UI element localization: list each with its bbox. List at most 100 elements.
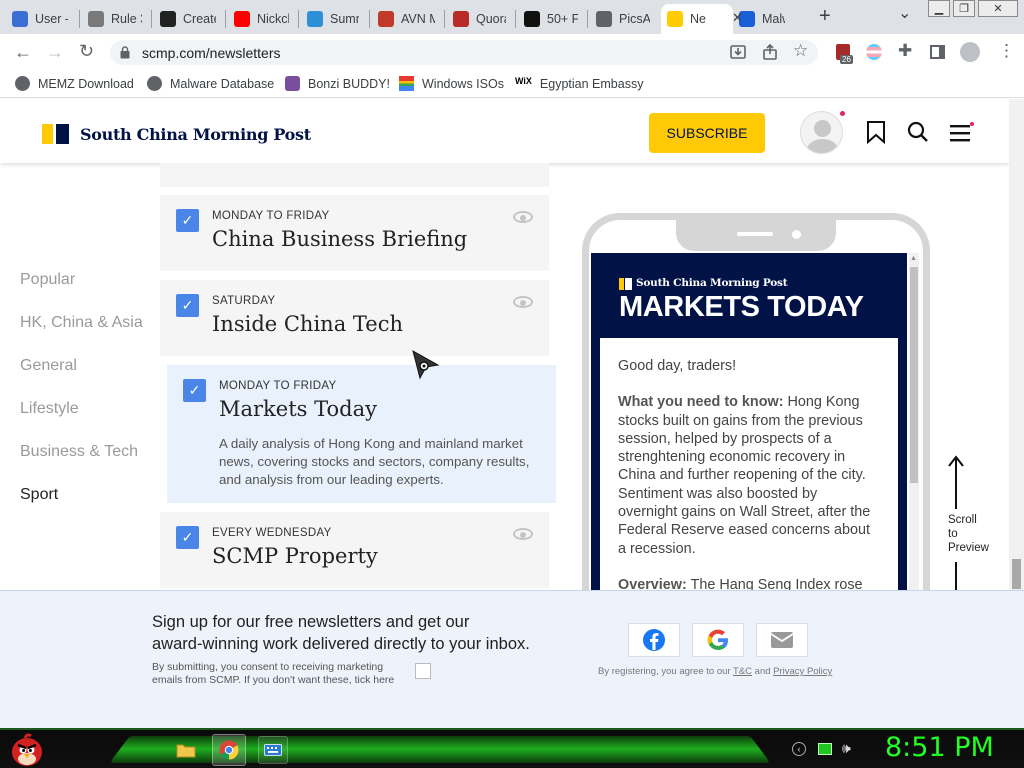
tab-search-button[interactable]: ⌄ (898, 3, 911, 23)
taskbar-clock[interactable]: 8:51 PM (885, 732, 994, 763)
image-icon (88, 11, 104, 27)
google-signin-button[interactable] (692, 623, 744, 657)
tab-9[interactable]: Ne (661, 4, 733, 34)
new-tab-button[interactable]: + (819, 5, 831, 28)
terms-text: By registering, you agree to our T&C and… (598, 666, 832, 677)
reload-icon[interactable]: ↻ (79, 42, 94, 60)
pride-extension-icon[interactable] (866, 44, 882, 60)
nav-item-sport[interactable]: Sport (20, 486, 58, 504)
subscribe-button[interactable]: SUBSCRIBE (649, 113, 765, 153)
nav-item-business-tech[interactable]: Business & Tech (20, 443, 138, 461)
tab-7[interactable]: 50+ F (518, 4, 584, 34)
nav-item-general[interactable]: General (20, 357, 77, 375)
email-signin-button[interactable] (756, 623, 808, 657)
youtube-icon (234, 11, 250, 27)
nav-item-lifestyle[interactable]: Lifestyle (20, 400, 79, 418)
tab-3[interactable]: Nickcl (228, 4, 295, 34)
close-window-button[interactable]: ✕ (978, 0, 1018, 17)
preview-eye-icon[interactable] (513, 528, 533, 540)
start-button[interactable] (8, 730, 46, 768)
privacy-policy-link[interactable]: Privacy Policy (773, 666, 832, 677)
page-scrollbar[interactable] (1009, 99, 1024, 590)
puzzle-icon[interactable]: ✚ (898, 42, 912, 59)
consent-checkbox[interactable] (415, 663, 431, 679)
tab-5[interactable]: AVN M (372, 4, 441, 34)
site-header: South China Morning Post SUBSCRIBE (0, 99, 1009, 163)
newsletter-card[interactable]: ✓ MONDAY TO FRIDAY China Business Briefing (160, 195, 549, 271)
forward-icon[interactable]: → (46, 43, 64, 61)
close-tab-icon[interactable]: ✕ (732, 10, 743, 26)
tab-separator (298, 10, 299, 28)
bookmark-item[interactable]: MEMZ Download (15, 76, 134, 91)
chrome-icon (219, 740, 239, 760)
network-icon[interactable] (818, 743, 832, 755)
bookmark-item[interactable]: Malware Database (147, 76, 274, 91)
share-icon[interactable] (762, 44, 778, 60)
facebook-signin-button[interactable] (628, 623, 680, 657)
menu-dots-icon[interactable]: ⋮ (998, 42, 1015, 59)
site-logo[interactable]: South China Morning Post (80, 125, 311, 144)
newsletter-frequency: EVERY WEDNESDAY (212, 527, 332, 539)
preview-paragraph: What you need to know: Hong Kong stocks … (618, 393, 880, 558)
tab-1[interactable]: Rule 3 (82, 4, 148, 34)
newsletter-checkbox[interactable]: ✓ (183, 379, 206, 402)
nav-item-hk-china-asia[interactable]: HK, China & Asia (20, 314, 143, 332)
newsletter-card[interactable]: ✓ SATURDAY Inside China Tech (160, 280, 549, 356)
search-icon[interactable] (907, 121, 929, 143)
extension-badge: 26 (840, 55, 853, 64)
avn-icon (378, 11, 394, 27)
nav-item-popular[interactable]: Popular (20, 271, 75, 289)
preview-eye-icon[interactable] (513, 296, 533, 308)
install-app-icon[interactable] (730, 44, 746, 60)
tab-label: Rule 3 (111, 12, 142, 26)
bookmark-item[interactable]: WiX Egyptian Embassy (515, 76, 643, 91)
newsletter-checkbox[interactable]: ✓ (176, 209, 199, 232)
keyboard-taskbar-button[interactable] (258, 736, 288, 764)
notification-dot (840, 111, 845, 116)
hamburger-menu-icon[interactable] (950, 122, 976, 142)
tc-link[interactable]: T&C (733, 666, 752, 677)
tab-4[interactable]: Summ (301, 4, 365, 34)
tab-8[interactable]: PicsAr (590, 4, 656, 34)
bookmark-icon[interactable] (866, 121, 886, 144)
profile-avatar[interactable] (960, 42, 980, 62)
side-panel-icon[interactable] (930, 45, 945, 59)
tab-6[interactable]: Quora (447, 4, 512, 34)
newsletter-card[interactable]: ✓ EVERY WEDNESDAY SCMP Property (160, 512, 549, 588)
taskbar-glow (109, 735, 771, 764)
tab-separator (79, 10, 80, 28)
gif-icon (307, 11, 323, 27)
consent-line-1: By submitting, you consent to receiving … (152, 661, 384, 673)
tab-2[interactable]: Create (154, 4, 222, 34)
back-icon[interactable]: ← (14, 43, 32, 61)
angry-bird-icon (12, 733, 42, 766)
consent-text: By submitting, you consent to receiving … (152, 661, 394, 687)
system-tray-icon[interactable]: ‹ (792, 742, 806, 756)
preview-scrollbar[interactable]: ▲ (909, 253, 919, 593)
newsletter-card-partial (160, 163, 549, 187)
preview-brand: South China Morning Post (636, 277, 788, 289)
minimize-button[interactable]: ▁ (928, 0, 950, 17)
bookmark-item[interactable]: Bonzi BUDDY! (285, 76, 390, 91)
bookmark-star-icon[interactable]: ☆ (793, 42, 808, 59)
newsletter-checkbox[interactable]: ✓ (176, 294, 199, 317)
newsletter-card[interactable]: ✓ MONDAY TO FRIDAY Markets Today A daily an… (167, 365, 556, 503)
film-icon (524, 11, 540, 27)
account-avatar[interactable] (800, 111, 843, 154)
chrome-taskbar-button[interactable] (212, 734, 246, 766)
newsletter-checkbox[interactable]: ✓ (176, 526, 199, 549)
bookmark-item[interactable]: Windows ISOs (399, 76, 504, 91)
tab-0[interactable]: User - (6, 4, 74, 34)
facebook-icon (643, 629, 665, 651)
preview-body: Good day, traders! What you need to know… (600, 338, 898, 598)
bookmark-label: Malware Database (170, 76, 275, 91)
maximize-button[interactable]: ❐ (953, 0, 975, 17)
tab-separator (151, 10, 152, 28)
tab-label: AVN M (401, 12, 435, 26)
volume-icon[interactable]: 🕪 (842, 740, 851, 757)
tab-label: Summ (330, 12, 359, 26)
scroll-hint-line-2: to (948, 528, 958, 540)
preview-eye-icon[interactable] (513, 211, 533, 223)
file-explorer-button[interactable] (172, 736, 200, 764)
bonzi-icon (285, 76, 300, 91)
